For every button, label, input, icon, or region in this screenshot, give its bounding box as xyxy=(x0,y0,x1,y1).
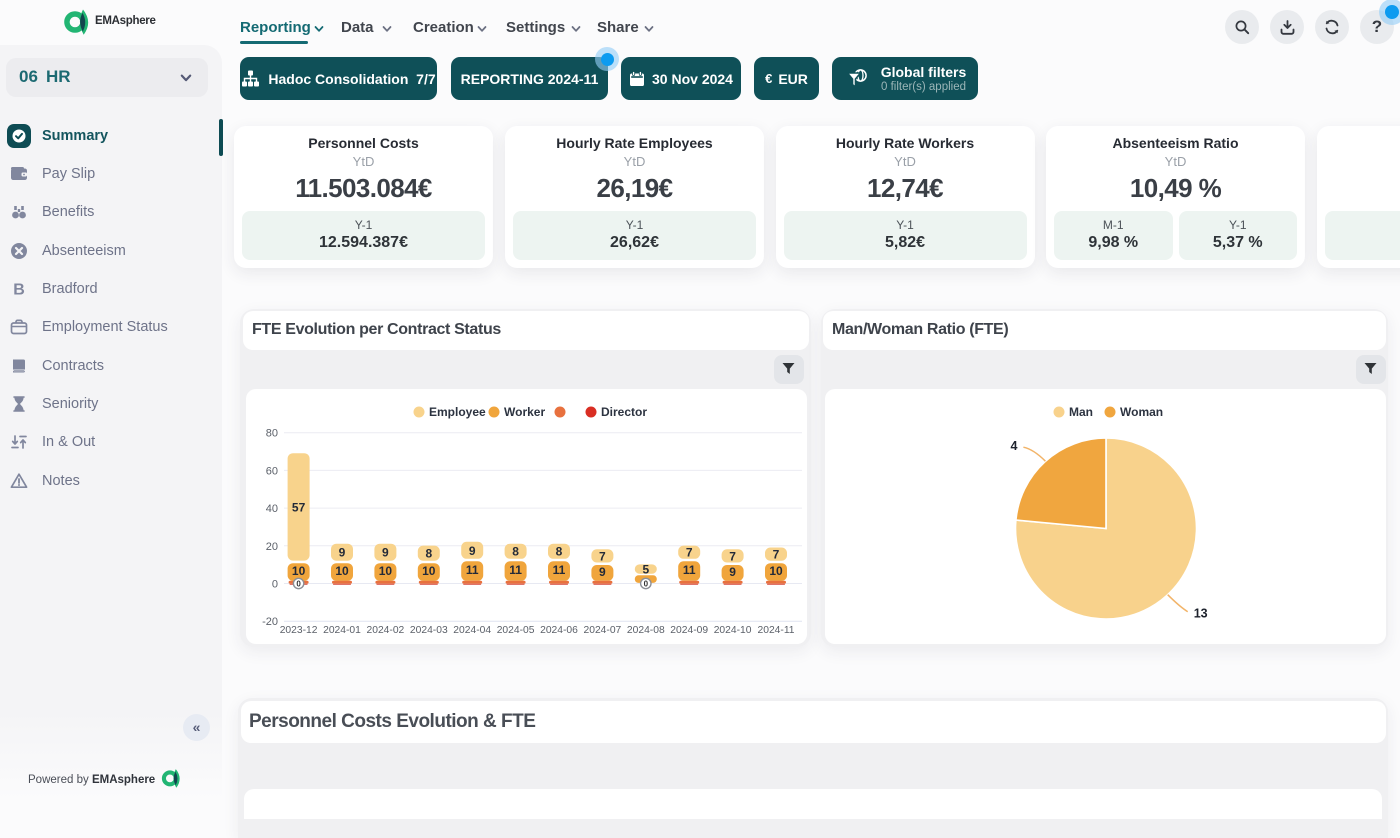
svg-text:-20: -20 xyxy=(262,616,278,628)
svg-text:Worker: Worker xyxy=(504,405,545,419)
svg-text:2024-02: 2024-02 xyxy=(367,625,405,636)
svg-text:8: 8 xyxy=(556,545,563,559)
svg-text:9: 9 xyxy=(599,565,606,579)
svg-text:0: 0 xyxy=(644,580,649,589)
svg-text:2024-03: 2024-03 xyxy=(410,625,448,636)
svg-text:10: 10 xyxy=(335,564,349,578)
svg-text:7: 7 xyxy=(599,549,606,563)
svg-text:Woman: Woman xyxy=(1120,405,1163,419)
svg-text:9: 9 xyxy=(469,544,476,558)
svg-text:40: 40 xyxy=(266,503,278,515)
svg-text:2024-06: 2024-06 xyxy=(540,625,578,636)
svg-text:5: 5 xyxy=(642,563,649,577)
svg-text:11: 11 xyxy=(509,563,522,577)
svg-text:2024-05: 2024-05 xyxy=(497,625,535,636)
svg-text:60: 60 xyxy=(266,465,278,477)
svg-text:10: 10 xyxy=(422,564,436,578)
svg-text:11: 11 xyxy=(683,563,696,577)
svg-text:Director: Director xyxy=(601,405,647,419)
svg-text:57: 57 xyxy=(292,500,306,514)
svg-text:0: 0 xyxy=(272,579,278,591)
svg-text:7: 7 xyxy=(773,548,780,562)
svg-text:11: 11 xyxy=(466,563,479,577)
svg-text:2023-12: 2023-12 xyxy=(280,625,318,636)
svg-text:8: 8 xyxy=(512,545,519,559)
svg-text:Employee: Employee xyxy=(429,405,486,419)
svg-text:0: 0 xyxy=(296,580,301,589)
svg-text:8: 8 xyxy=(425,547,432,561)
svg-text:2024-10: 2024-10 xyxy=(714,625,752,636)
svg-text:2024-11: 2024-11 xyxy=(757,625,794,636)
svg-text:9: 9 xyxy=(339,546,346,560)
svg-text:11: 11 xyxy=(553,563,566,577)
svg-text:80: 80 xyxy=(266,428,278,440)
svg-text:9: 9 xyxy=(382,546,389,560)
svg-text:9: 9 xyxy=(729,565,736,579)
svg-text:2024-09: 2024-09 xyxy=(670,625,708,636)
svg-text:10: 10 xyxy=(292,564,306,578)
svg-text:7: 7 xyxy=(729,549,736,563)
svg-text:13: 13 xyxy=(1194,607,1208,621)
svg-text:2024-01: 2024-01 xyxy=(323,625,361,636)
svg-text:20: 20 xyxy=(266,541,278,553)
svg-text:7: 7 xyxy=(686,546,693,560)
svg-text:10: 10 xyxy=(769,564,783,578)
svg-text:10: 10 xyxy=(379,564,393,578)
svg-text:Man: Man xyxy=(1069,405,1093,419)
svg-text:B: B xyxy=(13,281,25,298)
svg-text:2024-07: 2024-07 xyxy=(584,625,622,636)
svg-text:2024-08: 2024-08 xyxy=(627,625,665,636)
svg-text:4: 4 xyxy=(1010,439,1017,453)
svg-text:2024-04: 2024-04 xyxy=(453,625,491,636)
